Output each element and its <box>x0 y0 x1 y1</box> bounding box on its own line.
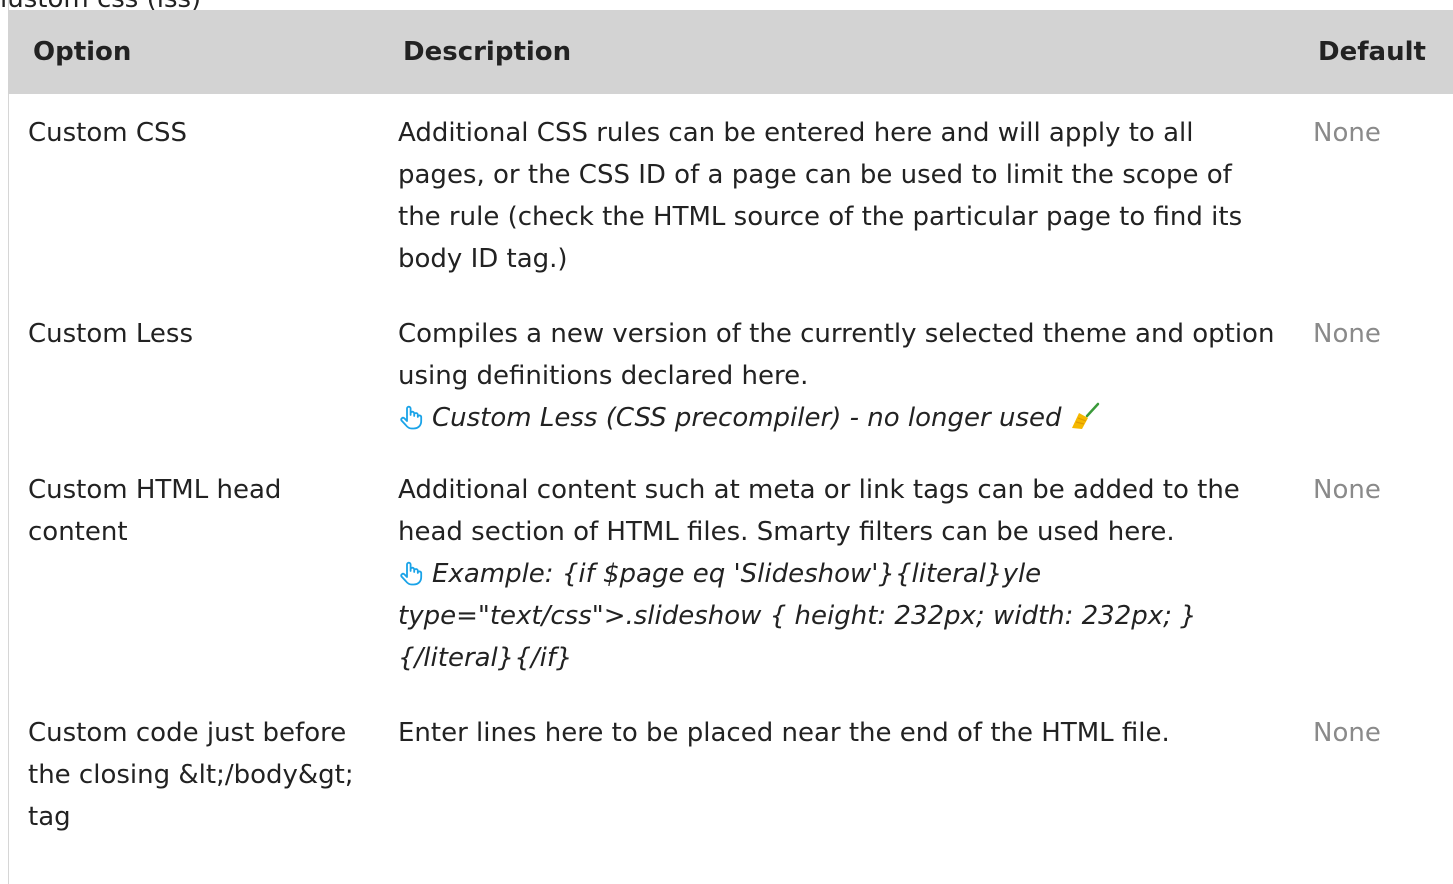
option-default: None <box>1313 718 1381 748</box>
option-default: None <box>1313 118 1381 148</box>
table-row: Custom CSS Additional CSS rules can be e… <box>8 94 1453 296</box>
tip-text: Example: {if $page eq 'Slideshow'}{liter… <box>398 559 1197 673</box>
options-table: Option Description Default Custom CSS Ad… <box>8 10 1453 838</box>
option-name: Custom HTML head content <box>28 475 282 547</box>
tip-note: Custom Less (CSS precompiler) - no longe… <box>398 397 1275 439</box>
description-text: Enter lines here to be placed near the e… <box>398 718 1170 748</box>
option-name: Custom Less <box>28 319 193 349</box>
hand-pointer-icon <box>398 560 424 586</box>
table-header-row: Option Description Default <box>8 10 1453 94</box>
description-text: Additional CSS rules can be entered here… <box>398 118 1243 274</box>
option-default: None <box>1313 475 1381 505</box>
option-description: Enter lines here to be placed near the e… <box>370 695 1283 838</box>
clipped-heading: lustom css (lss) <box>0 0 1453 10</box>
hand-pointer-icon <box>398 404 424 430</box>
table-row: Custom code just before the closing &lt;… <box>8 695 1453 838</box>
table-row: Custom Less Compiles a new version of th… <box>8 296 1453 452</box>
option-description: Additional content such at meta or link … <box>370 452 1283 695</box>
column-header-option[interactable]: Option <box>8 10 370 94</box>
clipped-heading-text: lustom css (lss) <box>0 0 201 10</box>
tip-text: Custom Less (CSS precompiler) - no longe… <box>432 403 1062 433</box>
column-header-description[interactable]: Description <box>370 10 1283 94</box>
table-row: Custom HTML head content Additional cont… <box>8 452 1453 695</box>
option-description: Compiles a new version of the currently … <box>370 296 1283 452</box>
column-header-default[interactable]: Default <box>1283 10 1453 94</box>
tip-note: Example: {if $page eq 'Slideshow'}{liter… <box>398 553 1275 679</box>
option-default: None <box>1313 319 1381 349</box>
broom-icon <box>1069 400 1101 432</box>
option-name: Custom code just before the closing &lt;… <box>28 718 354 832</box>
description-text: Compiles a new version of the currently … <box>398 319 1275 391</box>
description-text: Additional content such at meta or link … <box>398 475 1240 547</box>
option-name: Custom CSS <box>28 118 188 148</box>
option-description: Additional CSS rules can be entered here… <box>370 94 1283 296</box>
